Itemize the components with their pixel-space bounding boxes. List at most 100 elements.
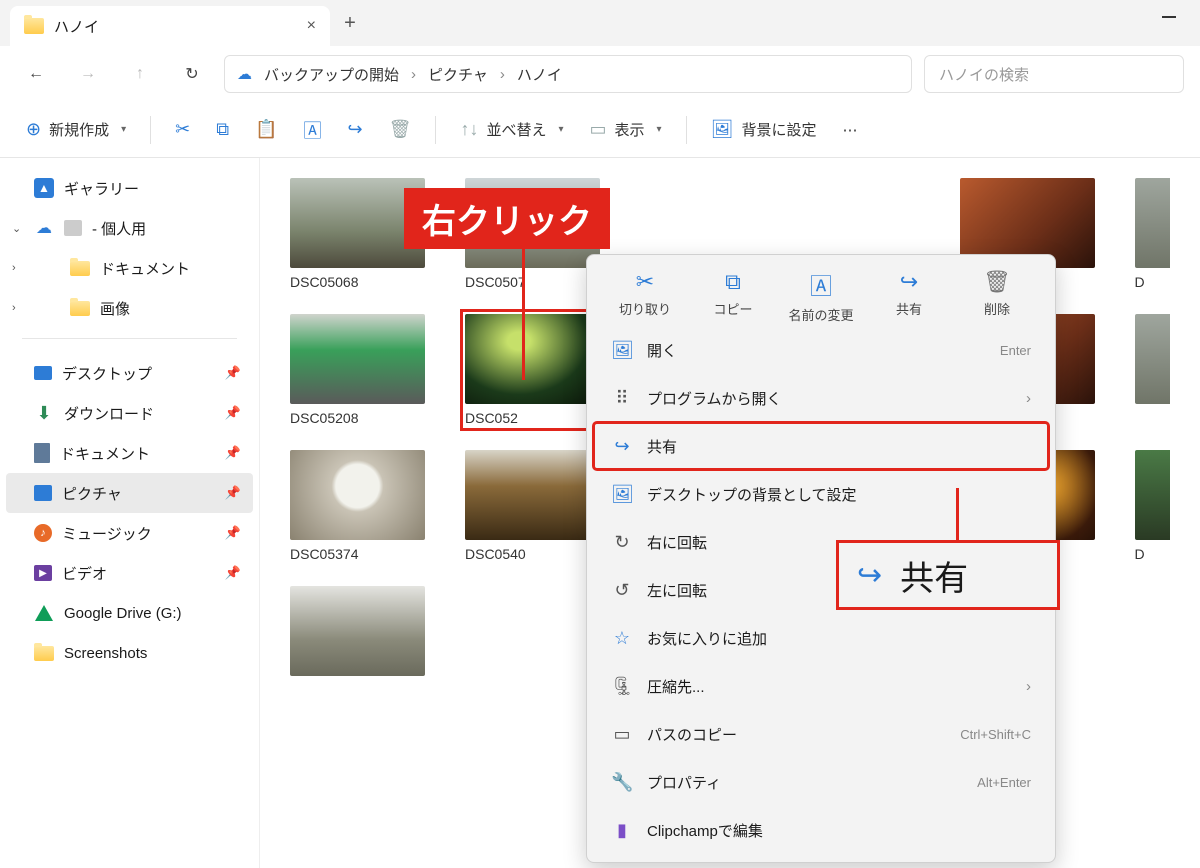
more-button[interactable]: ⋯ [832,110,867,150]
thumbnail [1135,178,1170,268]
copy-button[interactable]: ⧉ [206,110,239,150]
share-button[interactable]: ↪ [338,110,373,150]
tab-title: ハノイ [54,16,297,37]
titlebar: ハノイ × + [0,0,1200,46]
search-input[interactable]: ハノイの検索 [924,55,1184,93]
ctx-set-wallpaper[interactable]: 🖼デスクトップの背景として設定 [593,470,1049,518]
chevron-down-icon: ▾ [558,124,563,135]
ctx-clipchamp[interactable]: ▮Clipchampで編集 [593,806,1049,854]
annotation-share-callout: ↪ 共有 [836,540,1060,610]
sidebar-label: デスクトップ [62,363,152,384]
breadcrumb-pictures[interactable]: ピクチャ [428,64,488,85]
file-item[interactable]: DSC0540 [465,450,600,562]
sidebar-label: - 個人用 [92,218,146,239]
sidebar-screenshots[interactable]: Screenshots [6,633,253,673]
shortcut: Ctrl+Shift+C [960,727,1031,742]
clipchamp-icon: ▮ [611,820,633,841]
label: プログラムから開く [647,388,782,409]
sidebar-label: Google Drive (G:) [64,605,182,622]
ctx-share[interactable]: ↪共有 [869,269,949,324]
tab[interactable]: ハノイ × [10,6,330,46]
scissors-icon: ✂ [175,119,190,140]
wrench-icon: 🔧 [611,772,633,793]
ctx-delete[interactable]: 🗑削除 [957,269,1037,324]
sidebar-label: ダウンロード [64,403,154,424]
sidebar-videos[interactable]: ▶ ビデオ 📌 [6,553,253,593]
sidebar-label: ミュージック [62,523,152,544]
thumbnail [290,450,425,540]
ctx-compress[interactable]: 🗜圧縮先...› [593,662,1049,710]
window-minimize-icon[interactable] [1162,16,1176,18]
sidebar-label: ギャラリー [64,178,139,199]
breadcrumb[interactable]: ☁ バックアップの開始 › ピクチャ › ハノイ [224,55,912,93]
pin-icon: 📌 [225,445,241,461]
cloud-icon: ☁ [237,65,252,83]
sidebar-gallery[interactable]: ▲ ギャラリー [6,168,253,208]
chevron-right-icon: › [1026,678,1031,695]
sidebar-google-drive[interactable]: Google Drive (G:) [6,593,253,633]
gallery-icon: ▲ [34,178,54,198]
ctx-copy[interactable]: ⧉コピー [693,269,773,324]
file-item[interactable] [1135,314,1170,426]
annotation-right-click: 右クリック [404,188,610,249]
sidebar-onedrive-images[interactable]: › 画像 [6,288,253,328]
file-item[interactable] [290,586,425,676]
pin-icon: 📌 [225,365,241,381]
ctx-open-with[interactable]: ⠿プログラムから開く› [593,374,1049,422]
breadcrumb-hanoi[interactable]: ハノイ [517,64,562,85]
paste-button[interactable]: 📋 [245,110,287,150]
forward-button[interactable]: → [68,54,108,94]
cut-button[interactable]: ✂ [165,110,200,150]
file-item[interactable]: DSC05374 [290,450,425,562]
share-icon: ↪ [348,119,363,140]
file-item[interactable]: DSC05208 [290,314,425,426]
chevron-right-icon[interactable]: › [12,262,16,274]
separator [150,116,151,144]
thumbnail [1135,314,1170,404]
label: 切り取り [619,299,671,318]
label: お気に入りに追加 [647,628,767,649]
ctx-share-row[interactable]: ↪共有 [593,422,1049,470]
sidebar: ▲ ギャラリー ⌄ ☁ - 個人用 › ドキュメント › 画像 デスクトップ 📌… [0,158,260,868]
ctx-open[interactable]: 🖼開くEnter [593,326,1049,374]
back-button[interactable]: ← [16,54,56,94]
file-name: DSC05374 [290,546,425,562]
ctx-copy-path[interactable]: ▭パスのコピーCtrl+Shift+C [593,710,1049,758]
sidebar-music[interactable]: ♪ ミュージック 📌 [6,513,253,553]
sidebar-downloads[interactable]: ⬇ ダウンロード 📌 [6,393,253,433]
annotation-line [522,242,525,380]
refresh-button[interactable]: ↻ [172,54,212,94]
ctx-favorite[interactable]: ☆ お気に入りに追加 [593,614,1049,662]
view-button[interactable]: ▭ 表示 ▾ [580,110,672,150]
new-button[interactable]: ⊕ 新規作成 ▾ [16,110,136,150]
rename-button[interactable]: 🄰 [294,110,332,150]
sidebar-pictures[interactable]: ピクチャ 📌 [6,473,253,513]
breadcrumb-backup[interactable]: バックアップの開始 [264,64,399,85]
ctx-properties[interactable]: 🔧プロパティAlt+Enter [593,758,1049,806]
label: 左に回転 [647,580,707,601]
file-item[interactable]: D [1135,178,1170,290]
sidebar-onedrive[interactable]: ⌄ ☁ - 個人用 [6,208,253,248]
music-icon: ♪ [34,524,52,542]
set-bg-label: 背景に設定 [741,119,816,140]
share-icon: ↪ [900,269,918,295]
up-button[interactable]: ↑ [120,54,160,94]
new-label: 新規作成 [49,119,109,140]
set-background-button[interactable]: 🖼 背景に設定 [701,110,827,150]
sidebar-desktop[interactable]: デスクトップ 📌 [6,353,253,393]
delete-button[interactable]: 🗑 [379,110,422,150]
ctx-rename[interactable]: 🄰名前の変更 [781,269,861,324]
pin-icon: 📌 [225,485,241,501]
ctx-cut[interactable]: ✂切り取り [605,269,685,324]
chevron-right-icon[interactable]: › [12,302,16,314]
view-icon: ▭ [590,119,607,140]
close-icon[interactable]: × [307,17,316,35]
sort-button[interactable]: ↑↓ 並べ替え ▾ [450,110,573,150]
new-tab-button[interactable]: + [330,12,370,35]
file-item[interactable]: D [1135,450,1170,562]
sidebar-documents[interactable]: ドキュメント 📌 [6,433,253,473]
file-item-selected[interactable]: DSC052 [465,314,600,426]
chevron-down-icon[interactable]: ⌄ [12,222,21,235]
sidebar-onedrive-documents[interactable]: › ドキュメント [6,248,253,288]
star-icon: ☆ [611,628,633,649]
